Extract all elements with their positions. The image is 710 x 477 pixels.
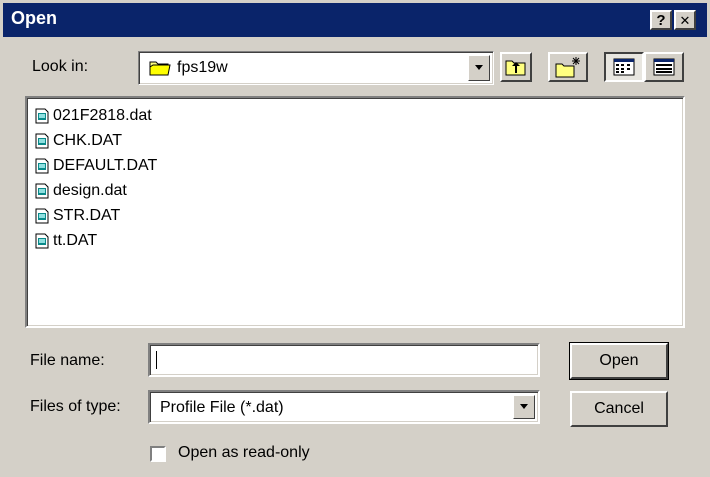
help-button[interactable]: ? xyxy=(650,10,672,30)
list-view-button[interactable] xyxy=(604,52,644,82)
list-item[interactable]: DEFAULT.DAT xyxy=(35,154,157,178)
file-icon xyxy=(35,208,49,224)
cancel-button[interactable]: Cancel xyxy=(570,391,668,427)
file-name: 021F2818.dat xyxy=(53,107,152,124)
chevron-down-icon xyxy=(520,404,528,409)
up-one-level-button[interactable] xyxy=(500,52,532,82)
dialog-title: Open xyxy=(11,8,58,28)
list-item[interactable]: CHK.DAT xyxy=(35,129,122,153)
open-button[interactable]: Open xyxy=(569,342,669,380)
files-of-type-combo[interactable]: Profile File (*.dat) xyxy=(148,390,540,424)
list-item[interactable]: STR.DAT xyxy=(35,204,120,228)
open-button-label: Open xyxy=(599,352,639,369)
file-name: tt.DAT xyxy=(53,232,98,249)
file-name: CHK.DAT xyxy=(53,132,123,149)
files-of-type-dropdown-button[interactable] xyxy=(513,395,535,419)
look-in-value: fps19w xyxy=(177,59,228,76)
file-icon xyxy=(35,158,49,174)
look-in-combo[interactable]: fps19w xyxy=(138,51,494,85)
file-list[interactable]: 021F2818.dat CHK.DAT DEFAULT.DAT design.dat… xyxy=(25,96,685,328)
title-bar[interactable]: Open ? ✕ xyxy=(3,3,707,37)
help-icon: ? xyxy=(656,11,666,29)
files-of-type-label: Files of type: xyxy=(30,398,121,415)
files-of-type-value: Profile File (*.dat) xyxy=(160,399,284,416)
list-view-icon xyxy=(613,58,635,76)
file-name-label: File name: xyxy=(30,352,105,369)
details-view-button[interactable] xyxy=(644,52,684,82)
list-item[interactable]: tt.DAT xyxy=(35,229,97,253)
file-name: design.dat xyxy=(53,182,127,199)
file-icon xyxy=(35,233,49,249)
folder-icon xyxy=(149,61,171,76)
file-name: DEFAULT.DAT xyxy=(53,157,158,174)
list-item[interactable]: 021F2818.dat xyxy=(35,104,152,128)
close-icon: ✕ xyxy=(679,12,691,28)
up-one-level-icon xyxy=(505,60,526,76)
create-new-folder-button[interactable] xyxy=(548,52,588,82)
file-icon xyxy=(35,183,49,199)
close-button[interactable]: ✕ xyxy=(674,10,696,30)
read-only-label[interactable]: Open as read-only xyxy=(178,444,310,462)
look-in-dropdown-button[interactable] xyxy=(468,55,490,81)
file-icon xyxy=(35,108,49,124)
file-name-input-box[interactable] xyxy=(148,343,540,377)
read-only-checkbox[interactable] xyxy=(150,446,166,462)
file-name: STR.DAT xyxy=(53,207,121,224)
cancel-button-label: Cancel xyxy=(594,400,644,417)
look-in-label: Look in: xyxy=(32,58,89,75)
list-item[interactable]: design.dat xyxy=(35,179,127,203)
create-new-folder-icon xyxy=(555,57,580,78)
details-view-icon xyxy=(653,58,675,76)
text-cursor xyxy=(156,351,157,369)
chevron-down-icon xyxy=(475,65,483,70)
file-icon xyxy=(35,133,49,149)
open-dialog: Open ? ✕ Look in: fps19w 021F2818.dat CH… xyxy=(0,0,710,477)
